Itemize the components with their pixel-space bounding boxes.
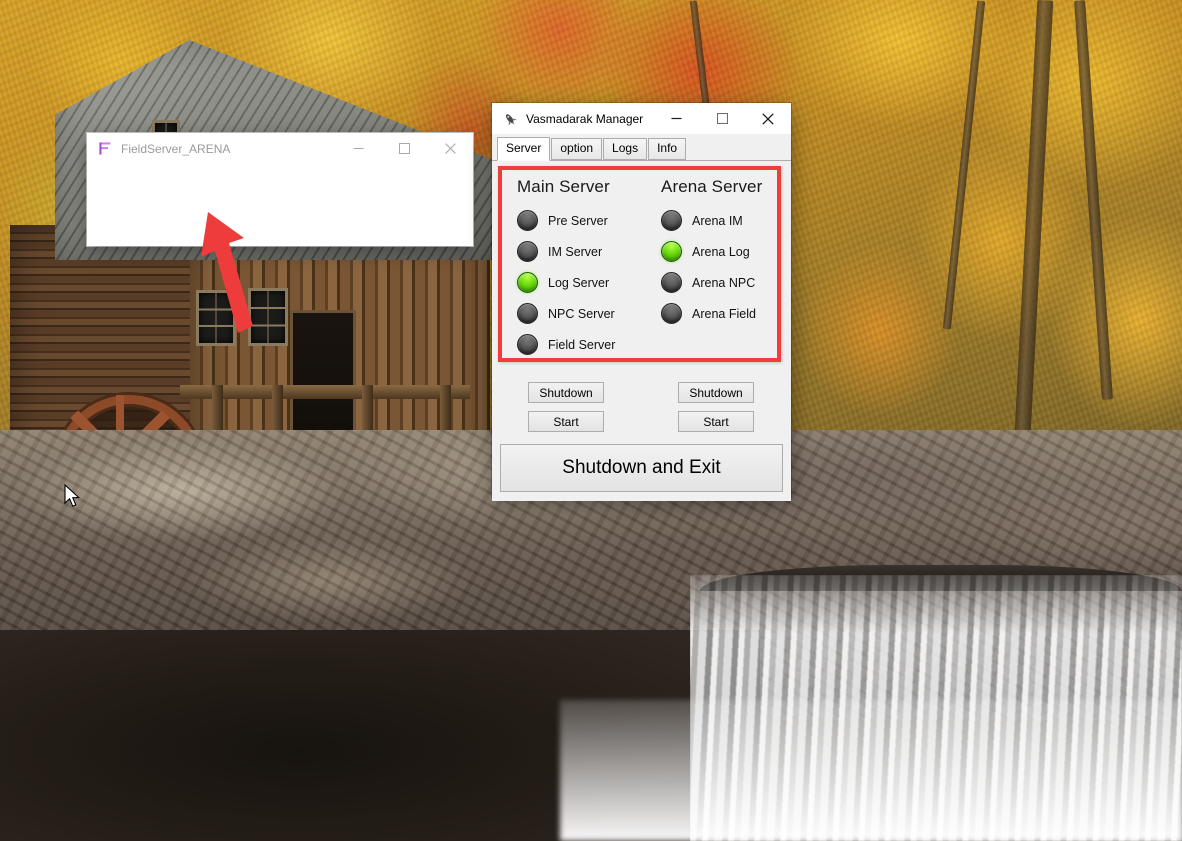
wallpaper-mill-porch [180,385,470,399]
tab-info[interactable]: Info [648,138,687,160]
status-row-npc-server[interactable]: NPC Server [517,298,615,329]
label-arena-im: Arena IM [692,213,743,228]
fieldserver-f-icon [96,140,114,158]
manager-minimize-button[interactable] [653,103,699,134]
fieldserver-title-text: FieldServer_ARENA [121,141,231,156]
manager-window-controls [653,103,791,134]
manager-client-area: Server option Logs Info Main Server Pre … [492,137,791,501]
status-row-field-server[interactable]: Field Server [517,329,615,360]
led-im-server [517,241,538,262]
fieldserver-titlebar[interactable]: FieldServer_ARENA [87,133,473,164]
status-row-arena-log[interactable]: Arena Log [661,236,762,267]
vasmadarak-manager-window[interactable]: Vasmadarak Manager Server option Logs In… [492,103,791,501]
server-status-group: Main Server Pre Server IM Server Log Ser… [498,166,781,362]
status-row-arena-npc[interactable]: Arena NPC [661,267,762,298]
label-npc-server: NPC Server [548,306,615,321]
fieldserver-client-area [87,164,473,246]
manager-titlebar[interactable]: Vasmadarak Manager [492,103,791,135]
wallpaper-waterfall-mist [560,700,1182,841]
arena-server-column: Arena Server Arena IM Arena Log Arena NP… [661,177,762,329]
arena-server-heading: Arena Server [661,177,763,196]
wallpaper-mill-window [196,290,236,346]
led-arena-npc [661,272,682,293]
led-arena-field [661,303,682,324]
main-server-column: Main Server Pre Server IM Server Log Ser… [517,177,615,360]
led-arena-log [661,241,682,262]
manager-title-text: Vasmadarak Manager [526,111,644,126]
label-field-server: Field Server [548,337,616,352]
desktop: FieldServer_ARENA Vasmadarak Manager Ser… [0,0,1182,841]
led-arena-im [661,210,682,231]
wallpaper-mill-door [290,310,356,436]
shutdown-and-exit-button[interactable]: Shutdown and Exit [500,444,783,492]
led-log-server [517,272,538,293]
fieldserver-close-button[interactable] [427,133,473,164]
tab-option[interactable]: option [551,138,603,160]
main-shutdown-button[interactable]: Shutdown [528,382,604,403]
status-row-pre-server[interactable]: Pre Server [517,205,615,236]
status-row-log-server[interactable]: Log Server [517,267,615,298]
manager-maximize-button[interactable] [699,103,745,134]
led-npc-server [517,303,538,324]
status-row-im-server[interactable]: IM Server [517,236,615,267]
tab-logs[interactable]: Logs [603,138,648,160]
main-server-heading: Main Server [517,177,610,196]
status-row-arena-field[interactable]: Arena Field [661,298,762,329]
manager-close-button[interactable] [745,103,791,134]
fieldserver-maximize-button[interactable] [381,133,427,164]
manager-tabstrip: Server option Logs Info [492,137,791,161]
fieldserver-arena-window[interactable]: FieldServer_ARENA [87,133,473,246]
label-arena-npc: Arena NPC [692,275,756,290]
label-arena-field: Arena Field [692,306,756,321]
label-arena-log: Arena Log [692,244,750,259]
label-log-server: Log Server [548,275,610,290]
led-pre-server [517,210,538,231]
arena-shutdown-button[interactable]: Shutdown [678,382,754,403]
tab-server[interactable]: Server [497,137,551,161]
label-pre-server: Pre Server [548,213,608,228]
main-start-button[interactable]: Start [528,411,604,432]
arena-start-button[interactable]: Start [678,411,754,432]
server-status-panel: Main Server Pre Server IM Server Log Ser… [498,166,781,362]
fieldserver-window-controls [335,133,473,164]
led-field-server [517,334,538,355]
status-row-arena-im[interactable]: Arena IM [661,205,762,236]
rocket-icon [501,110,519,128]
label-im-server: IM Server [548,244,603,259]
wallpaper-mill-window [248,288,288,346]
fieldserver-minimize-button[interactable] [335,133,381,164]
